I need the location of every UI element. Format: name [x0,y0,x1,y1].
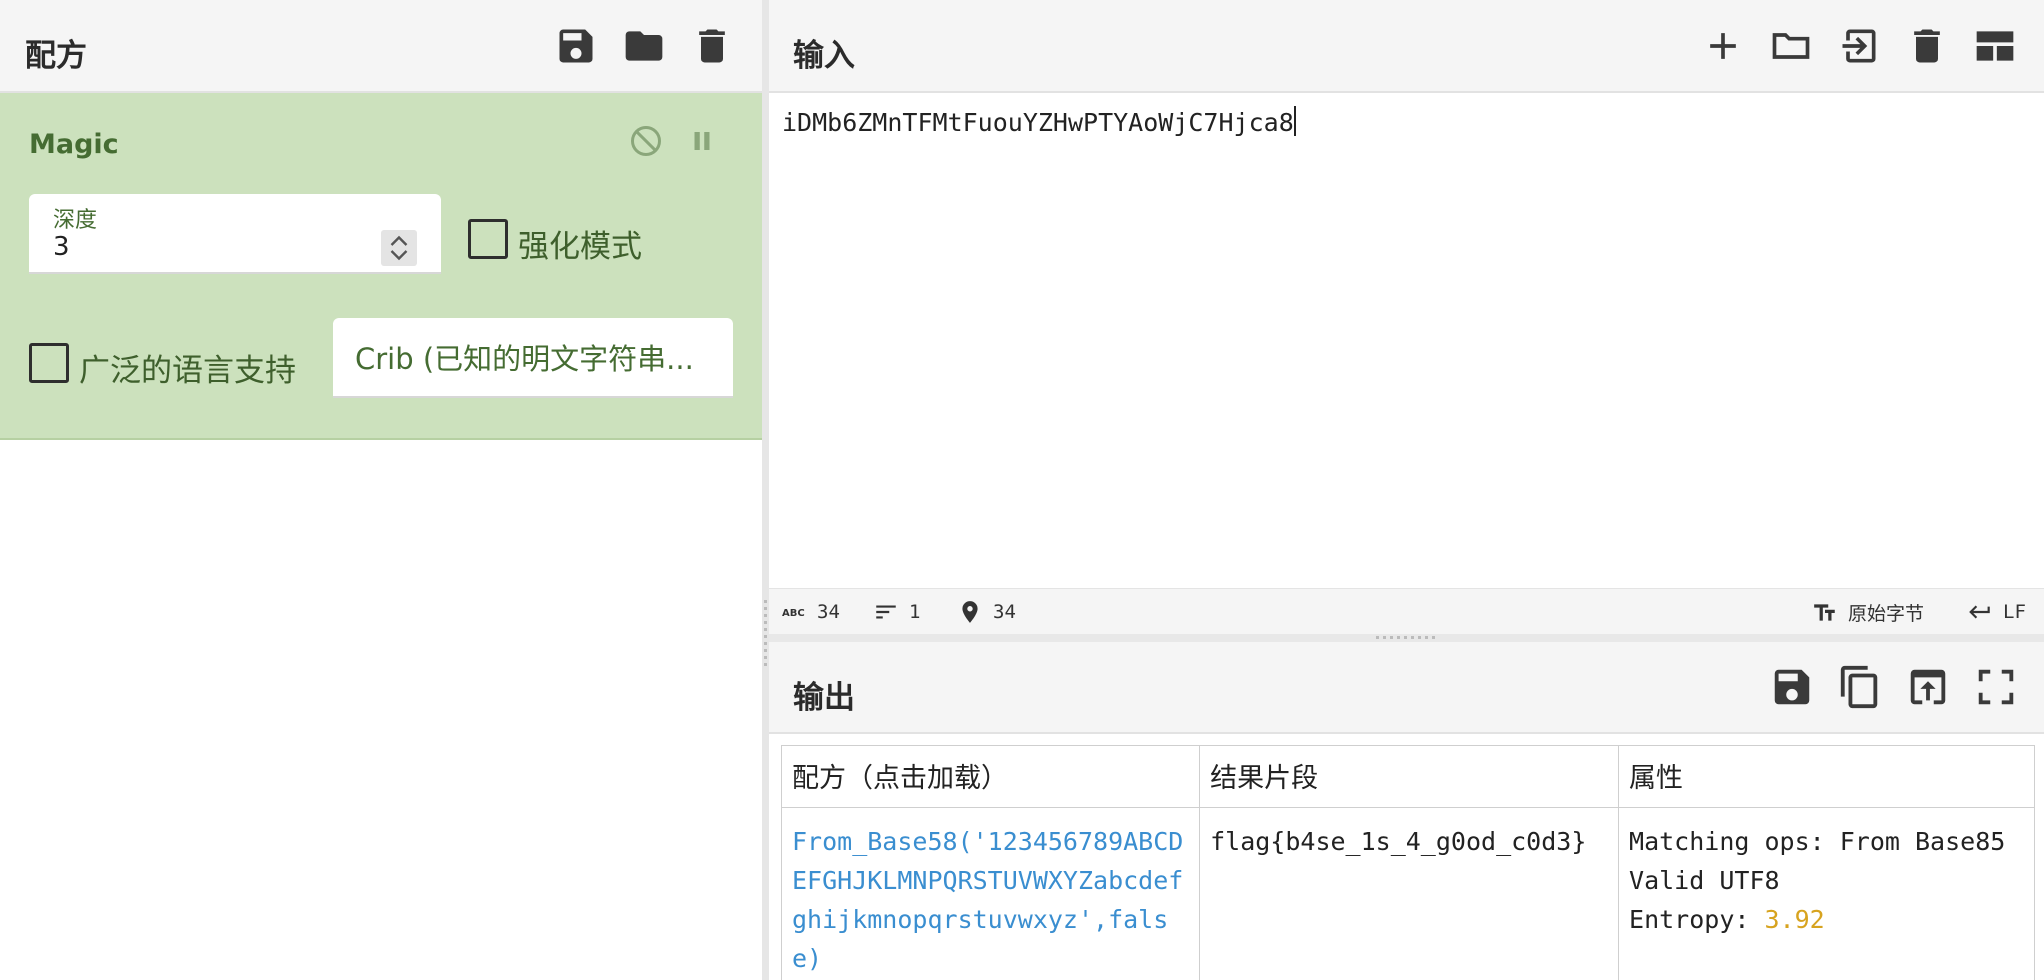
save-icon[interactable] [554,24,598,68]
extensive-language-checkbox[interactable] [29,343,69,383]
recipe-load-link[interactable]: From_Base58('123456789ABCDEFGHJKLMNPQRST… [792,827,1183,973]
lines-value: 1 [909,601,921,623]
cyberchef-app: 配方 Magic 深度 3 强化模式 广泛的语言支持 Crib (已知的明文字符… [0,0,2044,980]
recipe-cell: From_Base58('123456789ABCDEFGHJKLMNPQRST… [780,807,1201,980]
folder-icon[interactable] [622,24,666,68]
text-caret [1293,106,1296,136]
copy-icon[interactable] [1837,664,1883,710]
depth-stepper[interactable] [381,230,417,266]
table-header-row: 配方（点击加载） 结果片段 属性 [780,745,2035,808]
entropy-label: Entropy: [1629,905,1765,934]
input-header: 输入 [769,0,2044,93]
output-pane: 输出 配方（点击加载） 结果片段 属性 From_Base58('1234567… [769,642,2044,980]
return-icon [1967,599,1993,625]
length-indicator: ABC 34 [781,599,840,625]
layout-icon[interactable] [1973,24,2017,68]
intensive-mode-checkbox[interactable] [468,219,508,259]
input-pane: 输入 iDMb6ZMnTFMtFuouYZHwPTYAoWjC7Hjca8 AB… [769,0,2044,634]
recipe-pane: 配方 Magic 深度 3 强化模式 广泛的语言支持 Crib (已知的明文字符… [0,0,762,980]
crib-input[interactable] [355,340,715,378]
entropy-value: 3.92 [1764,905,1825,934]
operation-name: Magic [29,129,119,160]
properties-cell: Matching ops: From Base85 Valid UTF8 Ent… [1618,807,2035,980]
eol-selector[interactable]: LF [1967,599,2026,625]
plus-icon[interactable] [1701,24,1745,68]
vertical-splitter[interactable] [762,0,769,980]
trash-icon[interactable] [1905,24,1949,68]
encoding-value: 原始字节 [1848,603,1925,625]
recipe-title: 配方 [25,38,87,74]
depth-input[interactable] [53,230,353,264]
header-properties: 属性 [1618,745,2035,808]
magic-operation: Magic 深度 强化模式 广泛的语言支持 [0,93,762,440]
text-format-icon [1812,600,1838,626]
input-status-bar: ABC 34 1 34 原始字节 LF [769,588,2044,634]
extensive-language-label: 广泛的语言支持 [79,353,296,389]
crib-field[interactable] [333,318,733,398]
position-value: 34 [993,601,1016,623]
splitter-grip [764,600,767,670]
splitter-grip [1376,636,1436,639]
import-icon[interactable] [1837,24,1881,68]
header-snippet: 结果片段 [1199,745,1620,808]
magic-results-table: 配方（点击加载） 结果片段 属性 From_Base58('123456789A… [780,745,2035,980]
table-row: From_Base58('123456789ABCDEFGHJKLMNPQRST… [780,807,2035,980]
trash-icon[interactable] [690,24,734,68]
encoding-selector[interactable]: 原始字节 [1812,599,1924,626]
folder-icon[interactable] [1769,24,1813,68]
output-header: 输出 [769,642,2044,734]
pause-icon[interactable] [684,123,720,159]
location-pin-icon [957,599,983,625]
output-title: 输出 [793,680,855,716]
horizontal-splitter[interactable] [769,634,2044,642]
recipe-header: 配方 [0,0,762,93]
input-value: iDMb6ZMnTFMtFuouYZHwPTYAoWjC7Hjca8 [782,108,1294,137]
svg-text:ABC: ABC [782,608,805,619]
input-textarea[interactable]: iDMb6ZMnTFMtFuouYZHwPTYAoWjC7Hjca8 [782,106,1296,137]
eol-value: LF [2003,601,2026,623]
abc-icon: ABC [781,599,807,625]
disable-icon[interactable] [628,123,664,159]
valid-utf8: Valid UTF8 [1629,866,1780,895]
snippet-cell: flag{b4se_1s_4_g0od_c0d3} [1199,807,1620,980]
matching-ops: Matching ops: From Base85 [1629,827,2006,856]
replace-input-icon[interactable] [1905,664,1951,710]
save-icon[interactable] [1769,664,1815,710]
depth-field[interactable]: 深度 [29,194,441,274]
input-title: 输入 [793,38,855,74]
header-recipe: 配方（点击加载） [780,745,1201,808]
lines-icon [873,599,899,625]
lines-indicator: 1 [873,599,920,625]
intensive-mode-label: 强化模式 [518,229,642,265]
length-value: 34 [817,601,840,623]
position-indicator: 34 [957,599,1016,625]
maximize-icon[interactable] [1973,664,2019,710]
entropy-line: Entropy: 3.92 [1629,900,2024,939]
